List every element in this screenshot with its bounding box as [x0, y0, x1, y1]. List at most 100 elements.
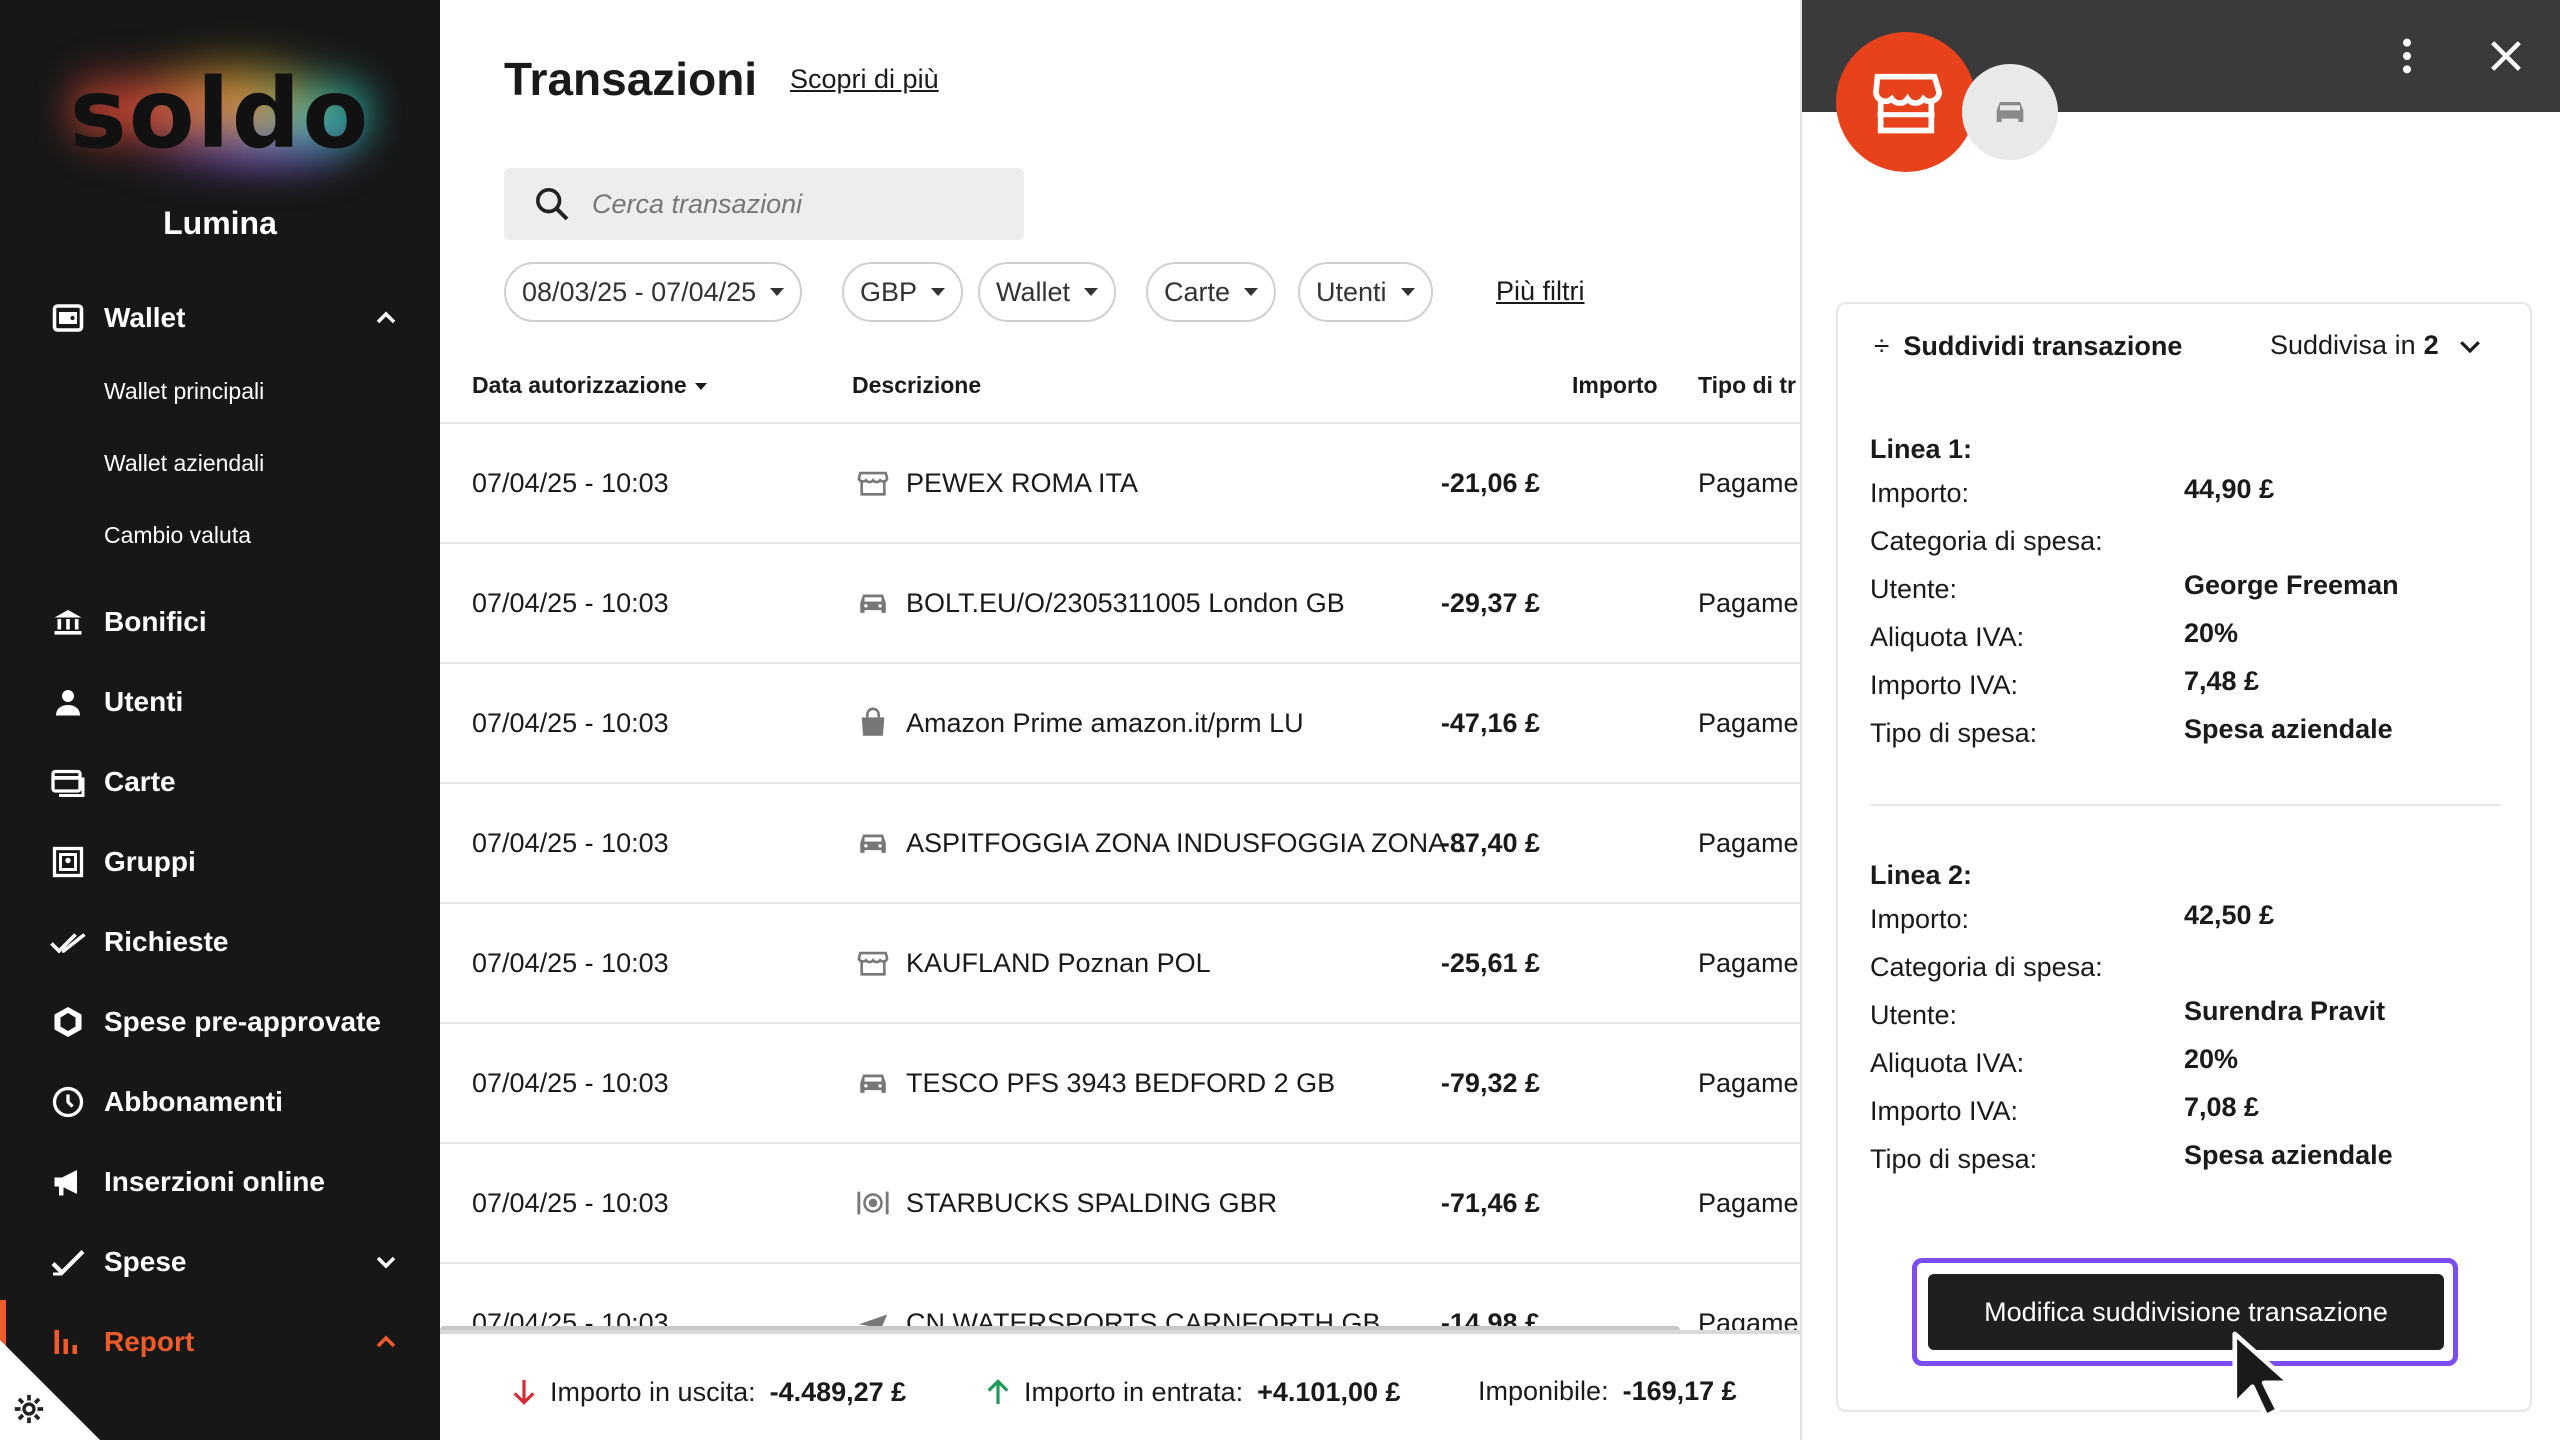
- merchant-category-badge: [1836, 32, 1976, 172]
- sidebar-item-gruppi[interactable]: Gruppi: [48, 834, 196, 890]
- sort-down-icon: [694, 383, 707, 391]
- sidebar-item-wallet[interactable]: Wallet: [48, 290, 185, 346]
- sidebar-item-inserzioni-online[interactable]: Inserzioni online: [48, 1154, 325, 1210]
- totals-footer: Importo in uscita: -4.489,27 £ Importo in…: [440, 1330, 1800, 1440]
- close-icon[interactable]: [2486, 36, 2526, 76]
- line-2-user: Surendra Pravit: [2184, 996, 2386, 1026]
- wallet-filter[interactable]: Wallet: [978, 262, 1117, 322]
- column-header-date[interactable]: Data autorizzazione: [472, 372, 707, 399]
- row-type: Pagamen: [1698, 948, 1800, 978]
- car-icon: [1996, 102, 2024, 122]
- table-row[interactable]: 07/04/25 - 10:03 TESCO PFS 3943 BEDFORD 2…: [440, 1024, 1800, 1144]
- line-2-expense-type-label: Tipo di spesa:: [1870, 1144, 2038, 1174]
- line-2-vat-amount-label: Importo IVA:: [1870, 1096, 2019, 1126]
- line-1-vat-rate: 20%: [2184, 618, 2239, 648]
- table-row[interactable]: 07/04/25 - 10:03 KAUFLAND Poznan POL -25,6…: [440, 904, 1800, 1024]
- chevron-down-icon: [2459, 340, 2480, 353]
- sidebar: soldo Lumina Wallet Wallet principali Wa…: [0, 0, 440, 1440]
- sidebar-item-richieste[interactable]: Richieste: [48, 914, 229, 970]
- car-icon: [860, 594, 886, 613]
- line-1-category-label: Categoria di spesa:: [1870, 526, 2103, 556]
- sidebar-item-label: Abbonamenti: [104, 1086, 283, 1117]
- date-range-filter[interactable]: 08/03/25 - 07/04/25: [504, 262, 803, 322]
- chevron-up-icon[interactable]: [370, 302, 402, 334]
- incoming-total: Importo in entrata: +4.101,00 £: [982, 1376, 1401, 1408]
- row-type: Pagamen: [1698, 1188, 1800, 1218]
- soldo-logo[interactable]: soldo: [60, 40, 380, 190]
- sidebar-item-label: Utenti: [104, 686, 184, 717]
- learn-more-link[interactable]: Scopri di più: [790, 64, 939, 95]
- line-2-category-label: Categoria di spesa:: [1870, 952, 2103, 982]
- cards-filter[interactable]: Carte: [1146, 262, 1277, 322]
- transaction-detail-panel: ÷ Suddividi transazione Suddivisa in 2 Li…: [1800, 0, 2560, 1440]
- sidebar-item-label: Wallet: [104, 302, 186, 333]
- sidebar-item-report[interactable]: Report: [48, 1314, 194, 1370]
- divider: [1870, 804, 2500, 806]
- row-description: Amazon Prime amazon.it/prm LU: [906, 708, 1304, 738]
- row-description: PEWEX ROMA ITA: [906, 468, 1139, 498]
- line-2-vat-rate: 20%: [2184, 1044, 2239, 1074]
- table-row[interactable]: 07/04/25 - 10:03 BOLT.EU/O/2305311005 Lon…: [440, 544, 1800, 664]
- row-description: TESCO PFS 3943 BEDFORD 2 GB: [906, 1068, 1336, 1098]
- divide-icon: ÷: [1874, 330, 1890, 361]
- table-row[interactable]: 07/04/25 - 10:03 STARBUCKS SPALDING GBR -7…: [440, 1144, 1800, 1264]
- sidebar-item-bonifici[interactable]: Bonifici: [48, 594, 207, 650]
- chevron-up-icon[interactable]: [370, 1326, 402, 1358]
- sidebar-item-label: Richieste: [104, 926, 229, 957]
- currency-filter[interactable]: GBP: [842, 262, 964, 322]
- megaphone-icon: [48, 1162, 88, 1202]
- line-2-amount: 42,50 £: [2184, 900, 2275, 930]
- row-date: 07/04/25 - 10:03: [472, 588, 669, 618]
- user-icon: [48, 682, 88, 722]
- edit-split-button[interactable]: Modifica suddivisione transazione: [1928, 1274, 2444, 1350]
- store-icon: [857, 471, 889, 496]
- row-description: KAUFLAND Poznan POL: [906, 948, 1211, 978]
- sidebar-item-utenti[interactable]: Utenti: [48, 674, 183, 730]
- split-transaction-card: ÷ Suddividi transazione Suddivisa in 2 Li…: [1836, 302, 2532, 1412]
- line-1-vat-amount-label: Importo IVA:: [1870, 670, 2019, 700]
- sidebar-item-carte[interactable]: Carte: [48, 754, 176, 810]
- filter-label: Utenti: [1316, 276, 1387, 307]
- row-amount: -79,32 £: [1440, 1068, 1540, 1098]
- users-filter[interactable]: Utenti: [1298, 262, 1433, 322]
- chevron-down-icon[interactable]: [370, 1246, 402, 1278]
- table-row[interactable]: 07/04/25 - 10:03 ASPITFOGGIA ZONA INDUSFO…: [440, 784, 1800, 904]
- sidebar-item-spese[interactable]: Spese: [48, 1234, 187, 1290]
- search-input[interactable]: [592, 188, 992, 220]
- row-amount: -29,37 £: [1440, 588, 1540, 618]
- more-options-icon[interactable]: [2392, 36, 2422, 76]
- sidebar-item-abbonamenti[interactable]: Abbonamenti: [48, 1074, 283, 1130]
- line-1-amount: 44,90 £: [2184, 474, 2275, 504]
- table-row[interactable]: 07/04/25 - 10:03 PEWEX ROMA ITA -21,06 £ Pa…: [440, 424, 1800, 544]
- line-1-expense-type-label: Tipo di spesa:: [1870, 718, 2038, 748]
- sidebar-subitem-wallet-principali[interactable]: Wallet principali: [104, 378, 264, 405]
- sidebar-item-label: Bonifici: [104, 606, 207, 637]
- transactions-main: Transazioni Scopri di più 08/03/25 - 07/…: [440, 0, 1800, 1440]
- search-box[interactable]: [504, 168, 1024, 240]
- column-header-description: Descrizione: [852, 372, 982, 398]
- row-date: 07/04/25 - 10:03: [472, 1068, 669, 1098]
- split-count-toggle[interactable]: Suddivisa in 2: [2270, 330, 2485, 361]
- sidebar-item-spese-pre-approvate[interactable]: Spese pre-approvate: [48, 994, 381, 1050]
- gear-icon[interactable]: [12, 1392, 46, 1426]
- line-1-amount-label: Importo:: [1870, 478, 1970, 508]
- bank-icon: [48, 602, 88, 642]
- store-icon: [857, 951, 889, 976]
- sidebar-subitem-wallet-aziendali[interactable]: Wallet aziendali: [104, 450, 264, 477]
- org-name: Lumina: [163, 205, 277, 241]
- line-2-amount-label: Importo:: [1870, 904, 1970, 934]
- row-amount: -71,46 £: [1440, 1188, 1540, 1218]
- line-1-user: George Freeman: [2184, 570, 2399, 600]
- filter-label: 08/03/25 - 07/04/25: [522, 276, 757, 307]
- car-icon: [860, 1074, 886, 1093]
- arrow-up-icon: [987, 1379, 1009, 1404]
- row-description: STARBUCKS SPALDING GBR: [906, 1188, 1278, 1218]
- sidebar-subitem-cambio-valuta[interactable]: Cambio valuta: [104, 522, 251, 549]
- cards-icon: [48, 762, 88, 802]
- line-1-vat-amount: 7,48 £: [2184, 666, 2260, 696]
- table-row[interactable]: 07/04/25 - 10:03 Amazon Prime amazon.it/p…: [440, 664, 1800, 784]
- row-date: 07/04/25 - 10:03: [472, 948, 669, 978]
- more-filters-link[interactable]: Più filtri: [1496, 276, 1585, 307]
- arrow-down-icon: [513, 1380, 535, 1405]
- caret-down-icon: [770, 288, 785, 296]
